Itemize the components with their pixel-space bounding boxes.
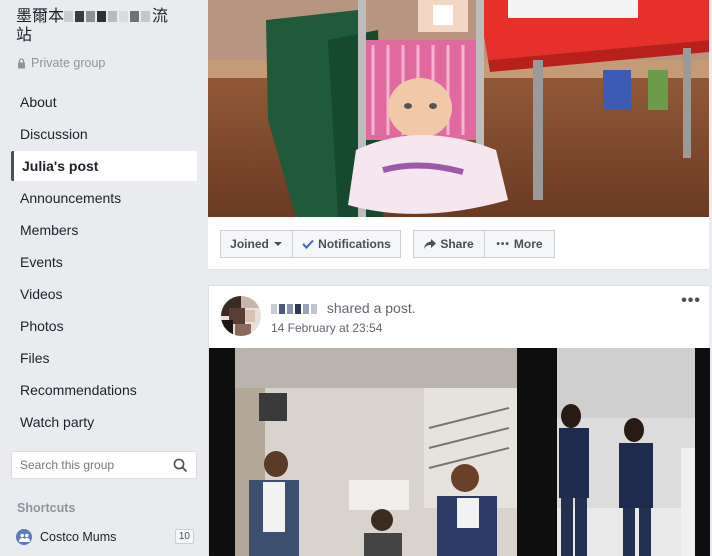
notifications-label: Notifications — [318, 237, 391, 251]
nav-julias-post[interactable]: Julia's post — [11, 151, 197, 181]
post-header: shared a post. — [271, 300, 416, 316]
group-icon — [16, 529, 32, 545]
shared-video-preview[interactable] — [209, 348, 710, 556]
share-button[interactable]: Share — [413, 230, 485, 258]
more-button[interactable]: ••• More — [484, 230, 555, 258]
nav-files[interactable]: Files — [11, 342, 197, 374]
group-privacy: Private group — [17, 56, 105, 70]
joined-button[interactable]: Joined — [220, 230, 293, 258]
checkmark-icon — [302, 239, 314, 249]
nav-videos[interactable]: Videos — [11, 278, 197, 310]
author-name-pixelated[interactable] — [271, 304, 319, 315]
share-arrow-icon — [424, 238, 437, 249]
group-cover-card: Joined Notifications Share ••• More — [208, 0, 709, 270]
nav-watch-party[interactable]: Watch party — [11, 406, 197, 438]
post-card: shared a post. 14 February at 23:54 ••• — [208, 285, 710, 556]
shortcut-costco-mums[interactable]: Costco Mums 10 — [16, 528, 194, 546]
lock-icon — [18, 57, 25, 68]
share-label: Share — [440, 237, 474, 251]
group-search — [11, 451, 197, 479]
group-nav: About Discussion Julia's post Announceme… — [11, 86, 197, 438]
more-label: More — [513, 237, 543, 251]
group-name-visible: 墨爾本 — [16, 6, 65, 25]
group-name[interactable]: 墨爾本 流 站 — [16, 6, 201, 44]
notifications-button[interactable]: Notifications — [292, 230, 401, 258]
group-name-line2: 站 — [16, 25, 33, 44]
post-timestamp[interactable]: 14 February at 23:54 — [271, 321, 382, 335]
nav-discussion[interactable]: Discussion — [11, 118, 197, 150]
shortcut-count-badge: 10 — [174, 529, 194, 544]
nav-recommendations[interactable]: Recommendations — [11, 374, 197, 406]
cover-photo — [208, 0, 709, 217]
post-options-button[interactable]: ••• — [681, 292, 701, 310]
nav-members[interactable]: Members — [11, 214, 197, 246]
left-sidebar: 墨爾本 流 站 Private group About Discussion Ju… — [0, 0, 207, 545]
nav-about[interactable]: About — [11, 86, 197, 118]
search-icon[interactable] — [173, 458, 188, 473]
post-action-text: shared a post. — [326, 300, 416, 316]
group-name-tail: 流 — [152, 6, 169, 25]
nav-photos[interactable]: Photos — [11, 310, 197, 342]
nav-announcements[interactable]: Announcements — [11, 182, 197, 214]
search-input[interactable] — [12, 452, 170, 478]
pixelated-name-part — [64, 6, 152, 25]
joined-label: Joined — [230, 237, 269, 251]
chevron-down-icon — [273, 242, 282, 246]
shortcuts-title: Shortcuts — [17, 501, 76, 515]
more-dots-icon: ••• — [496, 238, 510, 250]
nav-events[interactable]: Events — [11, 246, 197, 278]
post-time-label: 14 February at 23:54 — [271, 321, 383, 335]
privacy-label: Private group — [31, 56, 106, 70]
avatar[interactable] — [221, 296, 261, 336]
shortcut-label: Costco Mums — [40, 530, 117, 544]
